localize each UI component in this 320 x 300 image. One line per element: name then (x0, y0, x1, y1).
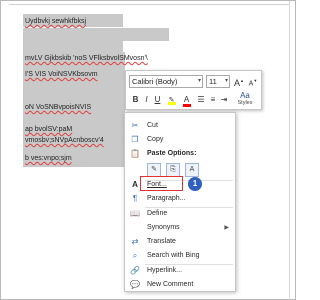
font-size-dropdown[interactable]: 11 ▾ (206, 75, 230, 88)
menu-item-label: Copy (147, 136, 164, 143)
bullets-icon[interactable]: ☰ (196, 94, 206, 106)
menu-item-define[interactable]: 📖 Define (125, 207, 235, 221)
font-name-dropdown[interactable]: Calibri (Body) ▾ (129, 75, 203, 88)
document-line[interactable]: mvLV Gjkbskib 'noS VFlksbvolSMvosn'\ (25, 54, 148, 63)
menu-item-label: Define (147, 210, 168, 217)
menu-item-label: Translate (147, 238, 176, 245)
document-line[interactable]: I'S VIS VoiNSVKbsovm (25, 70, 98, 79)
comment-icon: 💬 (130, 280, 140, 289)
font-color-button[interactable]: A (180, 94, 193, 107)
paste-icon: 📋 (130, 149, 140, 158)
highlighter-icon: ✎ (167, 97, 176, 105)
menu-item-label: Paragraph... (147, 195, 186, 202)
mini-toolbar: Calibri (Body) ▾ 11 ▾ A▲ A▼ B I U ✎ A ☰ … (125, 70, 262, 110)
menu-item-synonyms[interactable]: Synonyms ▶ (125, 221, 235, 235)
bold-button[interactable]: B (131, 94, 140, 106)
context-menu: ✂ Cut ❐ Copy 📋 Paste Options: ✎ ⎘ A A Fo… (124, 112, 236, 292)
search-icon: ⌕ (132, 251, 138, 260)
hyperlink-icon: 🔗 (130, 266, 140, 275)
page-edge (289, 1, 290, 300)
menu-item-label: Hyperlink... (147, 267, 183, 274)
document-line[interactable]: oN VoSNBvpoisNVIS (25, 103, 91, 112)
menu-item-copy[interactable]: ❐ Copy (125, 133, 235, 147)
document-line[interactable]: ap bvolSV:paM (25, 125, 72, 134)
step-badge: 1 (188, 177, 202, 191)
styles-label: Styles (237, 100, 253, 106)
chevron-down-icon: ▾ (224, 78, 228, 84)
styles-icon: Aa (240, 91, 250, 100)
menu-item-label: Cut (147, 122, 158, 129)
paste-merge-formatting-icon[interactable]: ⎘ (166, 163, 180, 177)
menu-item-label: Search with Bing (147, 252, 200, 259)
menu-item-new-comment[interactable]: 💬 New Comment (125, 278, 235, 292)
indent-icon[interactable]: ⇥ (219, 94, 229, 106)
numbering-icon[interactable]: ≡ (208, 94, 218, 106)
highlight-color-button[interactable]: ✎ (165, 94, 178, 106)
copy-icon: ❐ (131, 135, 139, 144)
document-line[interactable]: b ves:vnpo;sjm (25, 154, 72, 163)
underline-button[interactable]: U (153, 94, 162, 106)
paste-keep-formatting-icon[interactable]: ✎ (147, 163, 161, 177)
menu-item-label: New Comment (147, 281, 194, 288)
menu-item-cut[interactable]: ✂ Cut (125, 119, 235, 133)
define-icon: 📖 (130, 209, 140, 218)
paragraph-icon: ¶ (132, 194, 138, 203)
styles-button[interactable]: Aa Styles (230, 91, 260, 109)
scissors-icon: ✂ (131, 121, 139, 130)
header-rule (9, 1, 289, 5)
document-line[interactable]: Uydbvkj sewhkfbksj (25, 17, 86, 26)
chevron-right-icon: ▶ (224, 225, 229, 231)
menu-item-hyperlink[interactable]: 🔗 Hyperlink... (125, 264, 235, 278)
selection-block (23, 28, 169, 41)
menu-item-paste-options: 📋 Paste Options: (125, 147, 235, 161)
translate-icon: ⇄ (131, 237, 139, 246)
font-color-icon: A (182, 96, 191, 107)
chevron-down-icon: ▾ (197, 78, 201, 84)
menu-item-label: Synonyms (147, 224, 180, 231)
font-size-value: 11 (209, 77, 217, 86)
menu-item-search-bing[interactable]: ⌕ Search with Bing (125, 249, 235, 263)
shrink-font-button[interactable]: A▼ (247, 75, 259, 87)
menu-item-label: Paste Options: (147, 150, 197, 157)
font-highlight-box (140, 176, 183, 191)
paste-text-only-icon[interactable]: A (185, 163, 199, 177)
menu-item-translate[interactable]: ⇄ Translate (125, 235, 235, 249)
grow-font-button[interactable]: A▲ (233, 75, 245, 88)
font-name-value: Calibri (Body) (132, 77, 178, 86)
italic-button[interactable]: I (142, 94, 151, 106)
menu-item-paragraph[interactable]: ¶ Paragraph... (125, 192, 235, 206)
document-line[interactable]: vmosbv;sNVpAcnboscv'4 (25, 136, 104, 145)
